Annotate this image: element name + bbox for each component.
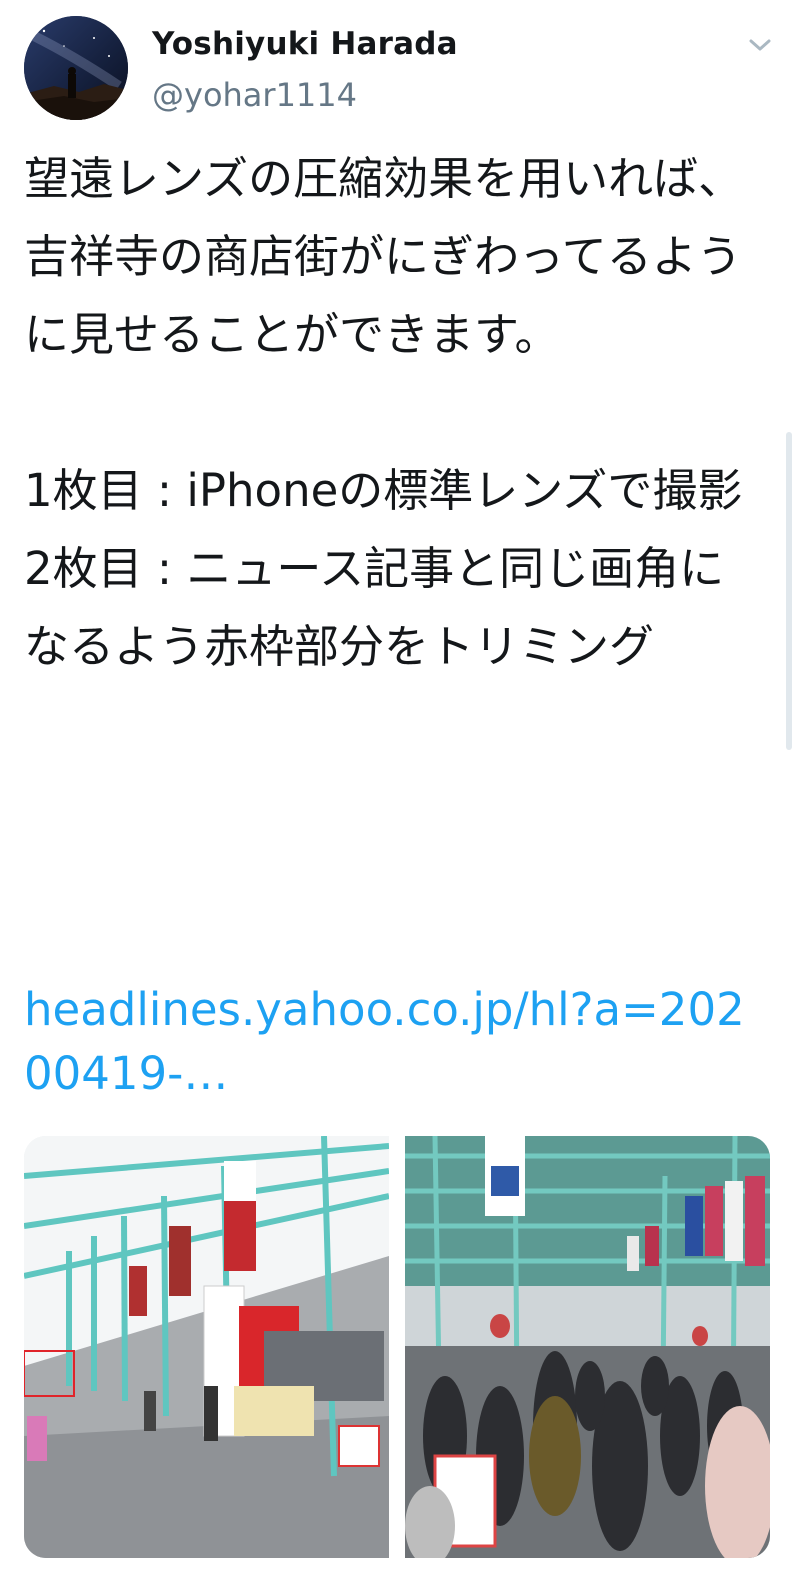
avatar-night-sky-icon — [24, 16, 128, 120]
tweet-link[interactable]: headlines.yahoo.co.jp/hl?a=20200419-… — [24, 978, 764, 1106]
photo-cropped-telephoto[interactable] — [405, 1136, 770, 1558]
tweet-text: 望遠レンズの圧縮効果を用いれば、吉祥寺の商店街がにぎわってるように見せることがで… — [24, 152, 744, 673]
scrollbar[interactable] — [786, 432, 792, 750]
tweet-card: Yoshiyuki Harada @yohar1114 望遠レンズの圧縮効果を用… — [0, 0, 796, 1574]
photo-standard-lens[interactable] — [24, 1136, 389, 1558]
author-display-name[interactable]: Yoshiyuki Harada — [152, 26, 458, 62]
author-avatar[interactable] — [24, 16, 128, 120]
author-handle[interactable]: @yohar1114 — [152, 76, 357, 114]
arcade-photo-wide-icon — [24, 1136, 389, 1558]
chevron-down-icon[interactable] — [746, 34, 774, 56]
arcade-photo-crowd-icon — [405, 1136, 770, 1558]
media-grid — [24, 1136, 770, 1558]
